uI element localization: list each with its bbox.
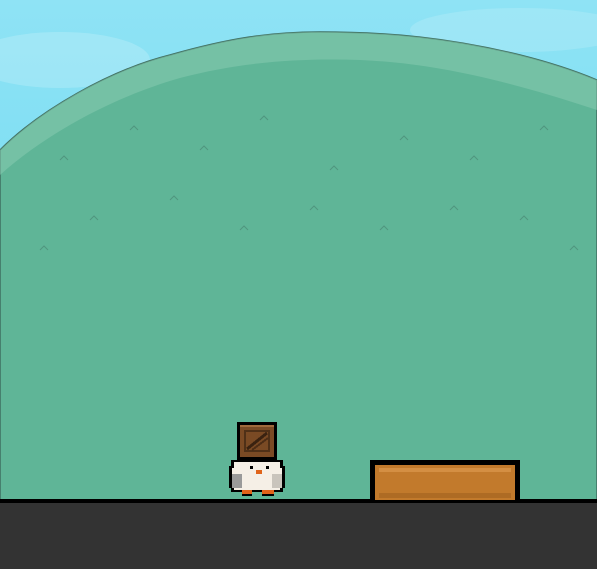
game-scene	[0, 0, 597, 569]
wooden-crate-icon	[237, 422, 277, 460]
white-bird-icon	[229, 460, 285, 496]
platform-highlight	[379, 468, 511, 472]
crate-platform	[370, 460, 520, 500]
ground-floor	[0, 499, 597, 569]
platform-shadow	[379, 493, 511, 498]
player-character	[226, 422, 288, 498]
